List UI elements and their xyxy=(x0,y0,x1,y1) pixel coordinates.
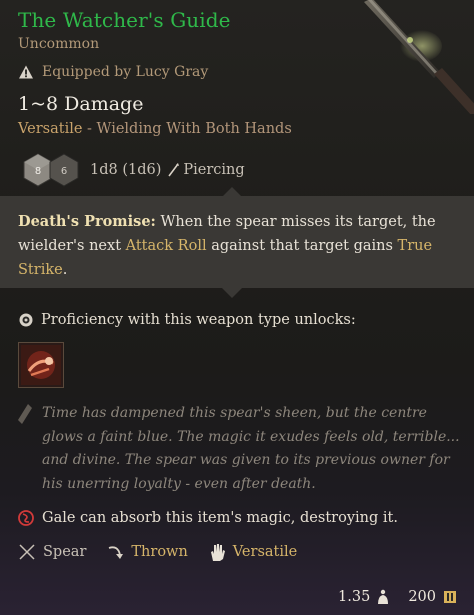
proficiency-badge-icon xyxy=(19,313,33,327)
dice-icon: 8 6 xyxy=(23,153,79,187)
passive-text-3: . xyxy=(62,262,68,278)
damage-type[interactable]: Piercing xyxy=(167,162,245,178)
spear-art-image xyxy=(364,0,474,114)
lore-quill-icon xyxy=(18,404,32,424)
weight-icon xyxy=(378,589,389,604)
trait-thrown[interactable]: Thrown xyxy=(106,543,188,561)
damage-type-label: Piercing xyxy=(183,162,245,178)
dice-text: 1d8 (1d6) xyxy=(90,162,162,178)
item-rarity: Uncommon xyxy=(18,36,100,52)
trait-spear-label: Spear xyxy=(43,544,87,560)
item-weight: 1.35 xyxy=(338,589,371,605)
passive-panel: Death's Promise: When the spear misses i… xyxy=(0,196,474,288)
absorb-magic-icon xyxy=(18,510,34,526)
gale-absorb-text: Gale can absorb this item's magic, destr… xyxy=(42,510,398,526)
warning-icon xyxy=(19,65,33,79)
trait-versatile[interactable]: Versatile xyxy=(208,542,297,562)
passive-description: Death's Promise: When the spear misses i… xyxy=(18,210,438,282)
hand-icon xyxy=(210,544,225,561)
trait-versatile-label: Versatile xyxy=(232,544,298,560)
versatile-label[interactable]: Versatile xyxy=(18,121,82,137)
die-face-6: 6 xyxy=(61,166,67,177)
piercing-icon xyxy=(168,163,180,177)
gale-absorb-line: Gale can absorb this item's magic, destr… xyxy=(18,510,398,526)
passive-text-2: against that target gains xyxy=(206,238,398,254)
passive-name: Death's Promise: xyxy=(18,213,156,230)
lore-text: Time has dampened this spear's sheen, bu… xyxy=(42,405,460,492)
attack-roll-link[interactable]: Attack Roll xyxy=(126,238,207,254)
proficiency-label: Proficiency with this weapon type unlock… xyxy=(41,312,356,328)
weapon-action-slot[interactable] xyxy=(18,342,64,388)
damage-value: 1~8 Damage xyxy=(18,93,144,115)
item-tooltip: The Watcher's Guide Uncommon Equipped by… xyxy=(0,0,474,615)
versatile-line[interactable]: Versatile - Wielding With Both Hands xyxy=(18,121,292,137)
passive-notch-bottom xyxy=(222,288,242,298)
throw-arrow-icon xyxy=(109,546,124,559)
item-price: 200 xyxy=(408,589,436,605)
weapon-traits: Spear Thrown Versatile xyxy=(18,542,317,562)
item-footer: 1.35 200 xyxy=(338,589,458,605)
crossed-spears-icon xyxy=(19,544,35,560)
item-name: The Watcher's Guide xyxy=(18,8,231,32)
weapon-action-icon xyxy=(21,345,61,385)
equipped-label: Equipped by Lucy Gray xyxy=(42,64,209,80)
damage-dice-row: 8 6 1d8 (1d6) Piercing xyxy=(20,152,245,188)
trait-thrown-label: Thrown xyxy=(131,544,188,560)
equipped-status: Equipped by Lucy Gray xyxy=(18,64,208,80)
item-header: The Watcher's Guide Uncommon xyxy=(18,6,358,54)
proficiency-line: Proficiency with this weapon type unlock… xyxy=(18,312,356,328)
gold-coin-icon xyxy=(444,591,456,603)
versatile-description: - Wielding With Both Hands xyxy=(82,121,292,137)
die-face-8: 8 xyxy=(35,166,41,177)
trait-spear[interactable]: Spear xyxy=(18,543,86,561)
